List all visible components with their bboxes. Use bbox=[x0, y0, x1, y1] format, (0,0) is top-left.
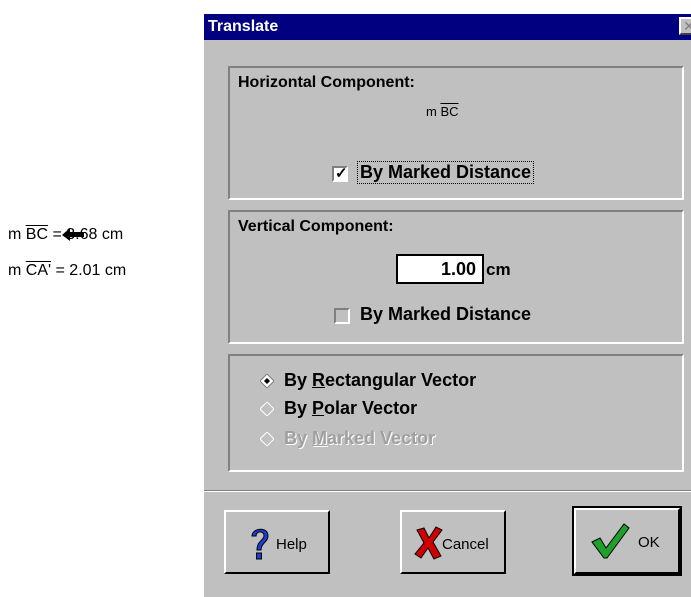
vertical-marked-distance-checkbox[interactable] bbox=[334, 308, 350, 324]
horizontal-marked-distance-label[interactable]: By Marked Distance bbox=[356, 161, 535, 184]
close-icon: ✕ bbox=[683, 18, 691, 34]
pointer-arrow-icon bbox=[62, 228, 84, 241]
measure-prefix: m bbox=[426, 104, 441, 119]
vertical-component-group: Vertical Component: 1.00 cm By Marked Di… bbox=[228, 210, 684, 344]
button-separator bbox=[204, 490, 691, 492]
measure-prefix: m bbox=[8, 226, 26, 243]
rectangular-vector-radio[interactable] bbox=[260, 374, 274, 388]
polar-vector-label[interactable]: By Polar Vector bbox=[284, 398, 417, 419]
horizontal-component-title: Horizontal Component: bbox=[238, 74, 415, 91]
horizontal-component-group: Horizontal Component: m BC ✓ By Marked D… bbox=[228, 66, 684, 200]
translate-dialog: Translate ✕ Horizontal Component: m BC ✓… bbox=[202, 12, 691, 597]
vertical-marked-distance-label[interactable]: By Marked Distance bbox=[360, 304, 531, 325]
vertical-unit-label: cm bbox=[486, 260, 511, 279]
measure-prefix: m bbox=[8, 262, 26, 279]
vertical-component-title: Vertical Component: bbox=[238, 218, 394, 235]
measurement-ca: m CA' = 2.01 cm bbox=[8, 262, 126, 280]
marked-vector-label[interactable]: By Marked Vector bbox=[284, 428, 435, 449]
segment-bc-label: BC bbox=[25, 226, 49, 243]
title-bar[interactable]: Translate ✕ bbox=[204, 14, 691, 40]
measurement-bc: m BC = 3.68 cm bbox=[8, 226, 123, 244]
horizontal-marked-distance-checkbox[interactable]: ✓ bbox=[332, 165, 348, 182]
rectangular-vector-label[interactable]: By Rectangular Vector bbox=[284, 370, 476, 391]
help-label: Help bbox=[276, 536, 307, 553]
polar-vector-radio[interactable] bbox=[260, 402, 274, 416]
red-x-icon bbox=[414, 526, 443, 560]
cancel-label: Cancel bbox=[442, 536, 489, 553]
dialog-title: Translate bbox=[208, 18, 279, 35]
ok-button[interactable]: OK bbox=[572, 506, 682, 576]
checkmark-icon: ✓ bbox=[335, 165, 348, 182]
vector-options-group: By Rectangular Vector By Polar Vector By… bbox=[228, 354, 684, 472]
marked-vector-radio[interactable] bbox=[260, 432, 274, 446]
segment-bc-label: BC bbox=[440, 104, 459, 119]
vertical-value-input[interactable]: 1.00 bbox=[396, 254, 484, 284]
close-button[interactable]: ✕ bbox=[679, 17, 691, 35]
question-mark-icon bbox=[251, 528, 269, 560]
green-check-icon bbox=[591, 523, 630, 559]
horizontal-measure-label: m BC bbox=[426, 104, 459, 119]
cancel-button[interactable]: Cancel bbox=[400, 510, 506, 574]
help-button[interactable]: Help bbox=[224, 510, 330, 574]
measure-value: = 2.01 cm bbox=[51, 262, 127, 279]
ok-label: OK bbox=[638, 534, 660, 551]
segment-ca-label: CA' bbox=[25, 262, 52, 279]
